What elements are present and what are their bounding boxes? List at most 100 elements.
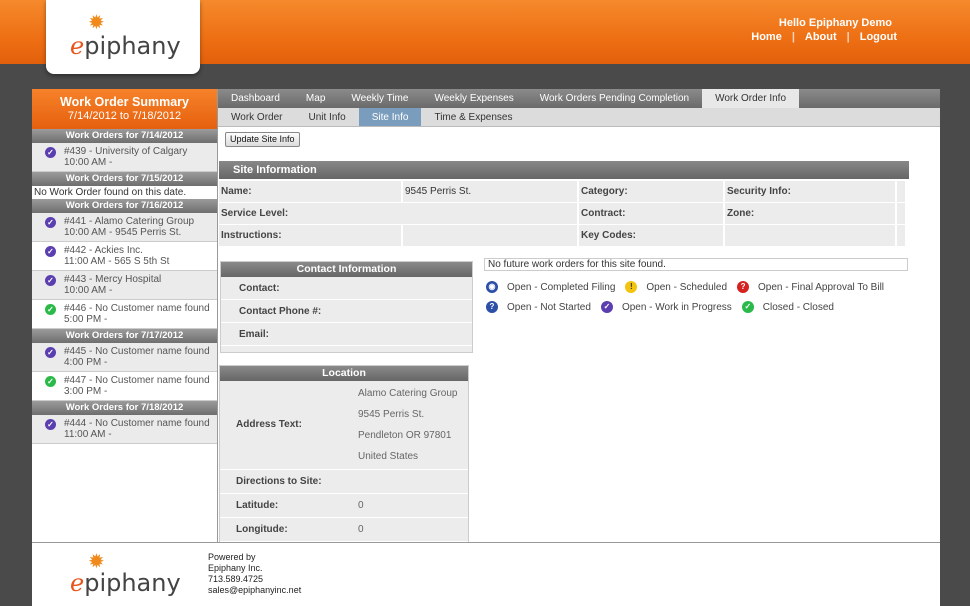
day-header: Work Orders for 7/14/2012 xyxy=(32,129,217,143)
work-order-item[interactable]: ✓ #444 - No Customer name found 11:00 AM… xyxy=(32,415,217,444)
zone-value xyxy=(897,203,905,224)
category-label: Category: xyxy=(579,181,723,202)
logo-text: piphany xyxy=(84,569,181,597)
logo-letter: e xyxy=(70,569,85,597)
contact-label: Contact: xyxy=(221,277,472,300)
service-level-label: Service Level: xyxy=(219,203,577,224)
company-name: Epiphany Inc. xyxy=(208,563,263,573)
legend-label: Open - Not Started xyxy=(507,301,591,313)
address-line: United States xyxy=(358,450,419,462)
update-site-info-button[interactable]: Update Site Info xyxy=(225,132,300,147)
security-label: Security Info: xyxy=(725,181,895,202)
work-order-item[interactable]: ✓ #443 - Mercy Hospital 10:00 AM - xyxy=(32,271,217,300)
nav-about[interactable]: About xyxy=(795,31,847,43)
zone-label: Zone: xyxy=(725,203,895,224)
name-value: 9545 Perris St. xyxy=(403,181,577,202)
work-order-time: 11:00 AM - 565 S 5th St xyxy=(64,256,170,267)
work-order-time: 10:00 AM - 9545 Perris St. xyxy=(64,227,182,238)
location-header: Location xyxy=(220,366,468,381)
app-header: ✹ epiphany Hello Epiphany Demo Home | Ab… xyxy=(0,0,970,74)
purple-check-icon: ✓ xyxy=(45,147,56,158)
security-value xyxy=(897,181,905,202)
directions-label: Directions to Site: xyxy=(220,469,342,494)
green-check-icon: ✓ xyxy=(741,301,754,313)
sidebar: Work Order Summary 7/14/2012 to 7/18/201… xyxy=(32,89,218,542)
work-order-item[interactable]: ✓ #445 - No Customer name found 4:00 PM … xyxy=(32,343,217,372)
tab-dashboard[interactable]: Dashboard xyxy=(218,89,293,108)
work-order-title: #447 - No Customer name found xyxy=(64,375,210,386)
instructions-label: Instructions: xyxy=(219,225,401,246)
no-future-orders-msg: No future work orders for this site foun… xyxy=(484,258,908,271)
location-table: Address Text: Alamo Catering Group 9545 … xyxy=(220,381,468,542)
purple-check-icon: ✓ xyxy=(600,301,613,313)
directions-value xyxy=(342,469,468,494)
filler xyxy=(897,225,905,246)
sidebar-title: Work Order Summary 7/14/2012 to 7/18/201… xyxy=(32,89,217,129)
sidebar-title-text: Work Order Summary xyxy=(60,95,189,109)
work-order-item[interactable]: ✓ #441 - Alamo Catering Group 10:00 AM -… xyxy=(32,213,217,242)
latitude-value: 0 xyxy=(342,493,468,518)
work-order-time: 11:00 AM - xyxy=(64,429,112,440)
powered-by: Powered by Epiphany Inc. 713.589.4725 sa… xyxy=(208,552,301,596)
green-check-icon: ✓ xyxy=(45,304,56,315)
tab-weekly-expenses[interactable]: Weekly Expenses xyxy=(421,89,526,108)
purple-check-icon: ✓ xyxy=(45,347,56,358)
site-info-grid: Name: 9545 Perris St. Category: Security… xyxy=(219,181,909,247)
contact-phone-label: Contact Phone #: xyxy=(221,300,472,323)
address-line: Pendleton OR 97801 xyxy=(358,429,452,441)
latitude-label: Latitude: xyxy=(220,493,342,518)
greeting: Hello Epiphany Demo xyxy=(778,17,892,29)
top-nav: Home | About | Logout xyxy=(741,31,907,43)
tab-pending-completion[interactable]: Work Orders Pending Completion xyxy=(527,89,702,108)
work-order-time: 3:00 PM - xyxy=(64,386,108,397)
location-panel: Location Address Text: Alamo Catering Gr… xyxy=(219,365,469,542)
subtab-site-info[interactable]: Site Info xyxy=(358,108,422,126)
work-order-item[interactable]: ✓ #442 - Ackies Inc. 11:00 AM - 565 S 5t… xyxy=(32,242,217,271)
yellow-exclamation-icon: ! xyxy=(625,281,638,293)
company-email[interactable]: sales@epiphanyinc.net xyxy=(208,585,301,596)
key-codes-value xyxy=(725,225,895,246)
work-order-title: #441 - Alamo Catering Group xyxy=(64,216,195,227)
purple-check-icon: ✓ xyxy=(45,419,56,430)
status-legend: ◉ Open - Completed Filing ! Open - Sched… xyxy=(486,281,894,321)
nav-divider: | xyxy=(791,31,795,43)
work-order-item[interactable]: ✓ #447 - No Customer name found 3:00 PM … xyxy=(32,372,217,401)
sub-tabs: Work Order Unit Info Site Info Time & Ex… xyxy=(218,108,940,127)
work-order-time: 5:00 PM - xyxy=(64,314,108,325)
instructions-value xyxy=(403,225,577,246)
work-order-time: 10:00 AM - xyxy=(64,157,113,168)
day-header: Work Orders for 7/17/2012 xyxy=(32,329,217,343)
key-codes-label: Key Codes: xyxy=(579,225,723,246)
company-phone: 713.589.4725 xyxy=(208,574,264,584)
work-order-title: #439 - University of Calgary xyxy=(64,146,188,157)
longitude-label: Longitude: xyxy=(220,517,342,542)
nav-home[interactable]: Home xyxy=(741,31,792,43)
legend-label: Open - Scheduled xyxy=(646,281,728,293)
logo[interactable]: ✹ epiphany xyxy=(46,0,200,74)
work-order-item[interactable]: ✓ #439 - University of Calgary 10:00 AM … xyxy=(32,143,217,172)
site-info-header: Site Information xyxy=(219,161,909,179)
day-header: Work Orders for 7/18/2012 xyxy=(32,401,217,415)
work-order-title: #444 - No Customer name found xyxy=(64,418,210,429)
subtab-time-expenses[interactable]: Time & Expenses xyxy=(421,108,525,126)
day-header: Work Orders for 7/16/2012 xyxy=(32,199,217,213)
email-label: Email: xyxy=(221,323,472,346)
subtab-unit-info[interactable]: Unit Info xyxy=(296,108,359,126)
footer: ✹ epiphany Powered by Epiphany Inc. 713.… xyxy=(32,542,940,606)
tab-map[interactable]: Map xyxy=(293,89,338,108)
legend-label: Open - Final Approval To Bill xyxy=(758,281,885,293)
nav-logout[interactable]: Logout xyxy=(850,31,907,43)
tab-work-order-info[interactable]: Work Order Info xyxy=(702,89,800,108)
tab-weekly-time[interactable]: Weekly Time xyxy=(338,89,421,108)
blue-circle-icon: ◉ xyxy=(486,281,498,293)
no-work-order-msg: No Work Order found on this date. xyxy=(34,187,187,198)
address-line: Alamo Catering Group xyxy=(358,387,458,399)
main-container: Work Order Summary 7/14/2012 to 7/18/201… xyxy=(32,89,940,542)
work-order-item[interactable]: ✓ #446 - No Customer name found 5:00 PM … xyxy=(32,300,217,329)
work-order-title: #443 - Mercy Hospital xyxy=(64,274,162,285)
green-check-icon: ✓ xyxy=(45,376,56,387)
contact-panel: Contact Information Contact: Contact Pho… xyxy=(220,261,473,353)
footer-logo: epiphany xyxy=(70,569,181,597)
subtab-work-order[interactable]: Work Order xyxy=(218,108,296,126)
work-order-title: #446 - No Customer name found xyxy=(64,303,210,314)
